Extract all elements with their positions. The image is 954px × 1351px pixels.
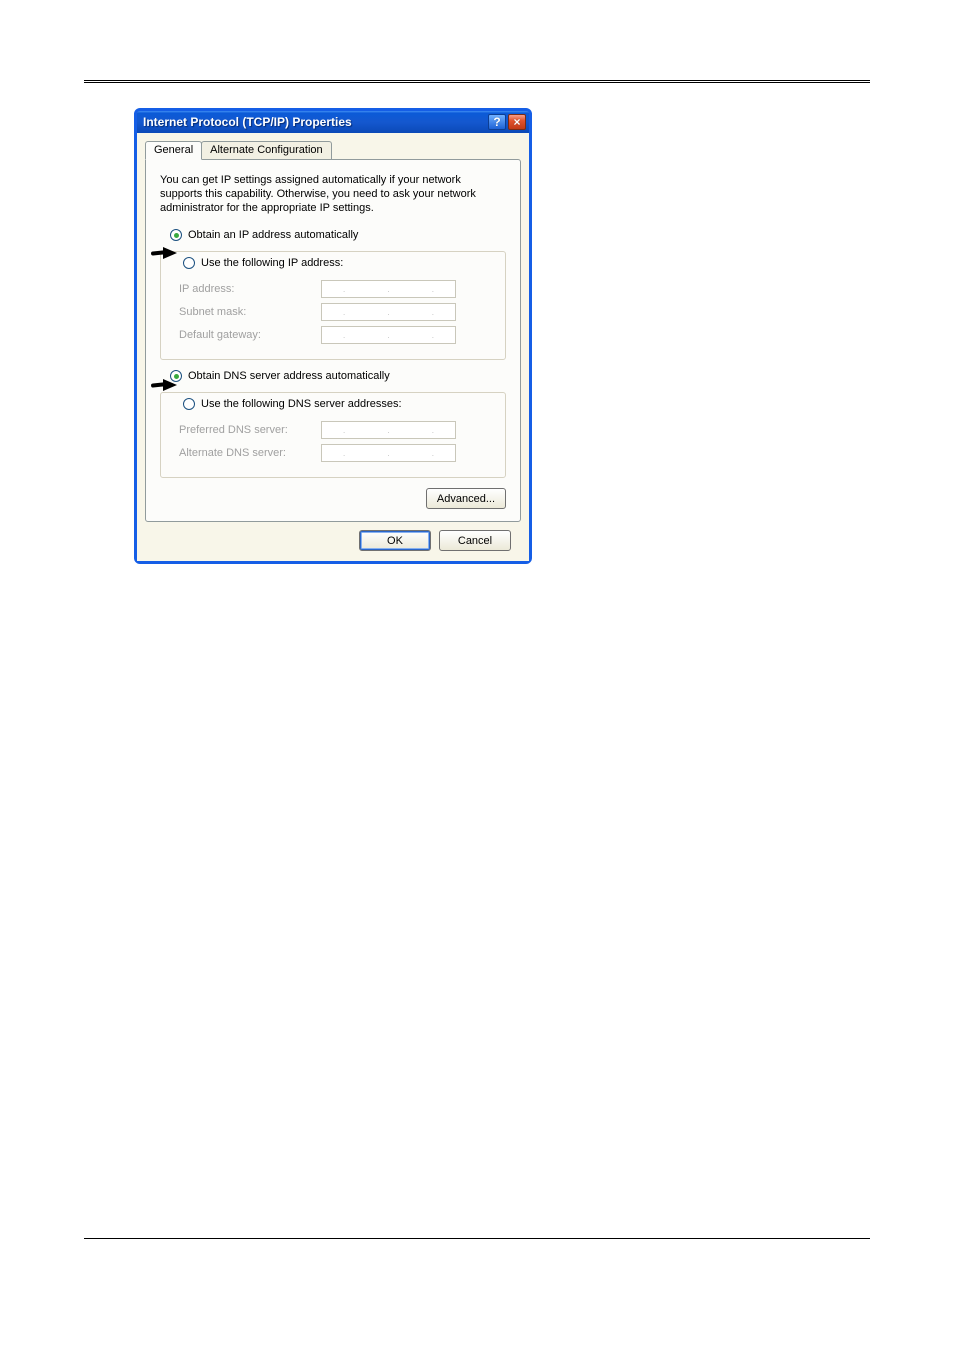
- radio-label: Obtain an IP address automatically: [188, 229, 358, 241]
- tab-strip: General Alternate Configuration: [145, 141, 521, 159]
- radio-icon: [170, 229, 182, 241]
- page-rule-bottom: [84, 1238, 870, 1239]
- label-subnet-mask: Subnet mask:: [171, 306, 321, 318]
- ip-group: Use the following IP address: IP address…: [160, 251, 506, 360]
- label-ip-address: IP address:: [171, 283, 321, 295]
- tab-general[interactable]: General: [145, 141, 202, 160]
- window-title: Internet Protocol (TCP/IP) Properties: [143, 115, 486, 129]
- titlebar[interactable]: Internet Protocol (TCP/IP) Properties ? …: [137, 111, 529, 133]
- close-button[interactable]: ×: [508, 114, 526, 130]
- ok-button[interactable]: OK: [359, 530, 431, 551]
- page-rule-top: [84, 80, 870, 83]
- radio-label: Obtain DNS server address automatically: [188, 370, 390, 382]
- radio-obtain-dns-auto[interactable]: Obtain DNS server address automatically: [170, 370, 506, 382]
- label-default-gateway: Default gateway:: [171, 329, 321, 341]
- input-preferred-dns[interactable]: ...: [321, 421, 456, 439]
- radio-label: Use the following IP address:: [201, 257, 343, 269]
- cancel-button[interactable]: Cancel: [439, 530, 511, 551]
- radio-icon: [183, 398, 195, 410]
- tab-alternate-configuration[interactable]: Alternate Configuration: [201, 141, 332, 159]
- radio-icon: [183, 257, 195, 269]
- label-preferred-dns: Preferred DNS server:: [171, 424, 321, 436]
- tcpip-properties-dialog: Internet Protocol (TCP/IP) Properties ? …: [134, 108, 532, 564]
- label-alternate-dns: Alternate DNS server:: [171, 447, 321, 459]
- tab-panel-general: You can get IP settings assigned automat…: [145, 159, 521, 522]
- annotation-arrow-icon: [163, 379, 177, 391]
- radio-label: Use the following DNS server addresses:: [201, 398, 402, 410]
- input-default-gateway[interactable]: ...: [321, 326, 456, 344]
- dns-group: Use the following DNS server addresses: …: [160, 392, 506, 478]
- radio-obtain-ip-auto[interactable]: Obtain an IP address automatically: [170, 229, 506, 241]
- help-button[interactable]: ?: [488, 114, 506, 130]
- input-ip-address[interactable]: ...: [321, 280, 456, 298]
- intro-text: You can get IP settings assigned automat…: [160, 174, 506, 215]
- input-subnet-mask[interactable]: ...: [321, 303, 456, 321]
- input-alternate-dns[interactable]: ...: [321, 444, 456, 462]
- advanced-button[interactable]: Advanced...: [426, 488, 506, 509]
- radio-use-following-ip[interactable]: Use the following IP address:: [179, 257, 347, 269]
- radio-use-following-dns[interactable]: Use the following DNS server addresses:: [179, 398, 406, 410]
- annotation-arrow-icon: [163, 247, 177, 259]
